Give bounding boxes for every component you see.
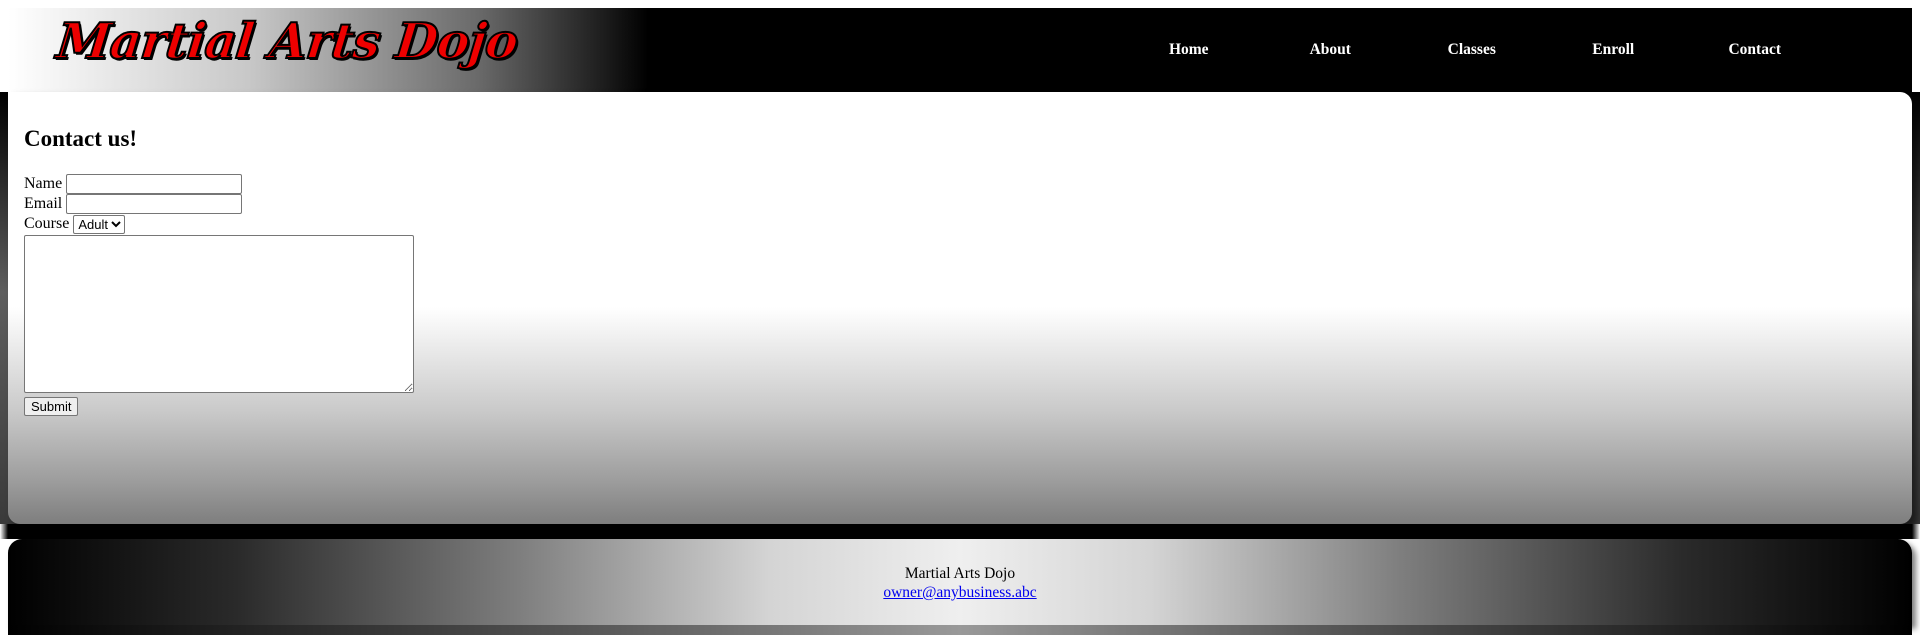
nav-enroll-link[interactable]: Enroll [1543,41,1685,59]
nav-contact-link[interactable]: Contact [1684,41,1826,59]
footer-business-name: Martial Arts Dojo [904,565,1016,582]
message-textarea[interactable] [24,235,414,393]
site-logo[interactable]: Martial Arts Dojo [53,11,521,71]
nav-home-link[interactable]: Home [1118,41,1260,59]
page-title: Contact us! [24,126,138,151]
email-row: Email [24,194,414,214]
name-field[interactable] [66,174,243,194]
site-footer: Martial Arts Dojo owner@anybusiness.abc [8,539,1912,625]
nav-classes-link[interactable]: Classes [1401,41,1543,59]
email-field[interactable] [66,194,243,214]
site-header: Martial Arts Dojo Home About Classes Enr… [8,8,1912,92]
footer-email-row: owner@anybusiness.abc [8,584,1912,602]
nav-about-link[interactable]: About [1260,41,1402,59]
footer-bottom-edge [8,625,1912,635]
footer-email-link[interactable]: owner@anybusiness.abc [883,584,1036,601]
contact-form: Name Email Course Adult Submit [24,174,414,416]
submit-button[interactable]: Submit [24,397,79,416]
email-label: Email [24,195,63,212]
course-row: Course Adult [24,214,414,234]
course-select[interactable]: Adult [73,214,126,234]
name-label: Name [24,175,63,192]
section-divider [0,524,1920,539]
name-row: Name [24,174,414,194]
page: Martial Arts Dojo Home About Classes Enr… [0,0,1920,635]
main-content: Contact us! Name Email Course Adult Subm… [8,92,1912,524]
main-nav: Home About Classes Enroll Contact [1118,8,1826,92]
course-label: Course [24,215,70,232]
